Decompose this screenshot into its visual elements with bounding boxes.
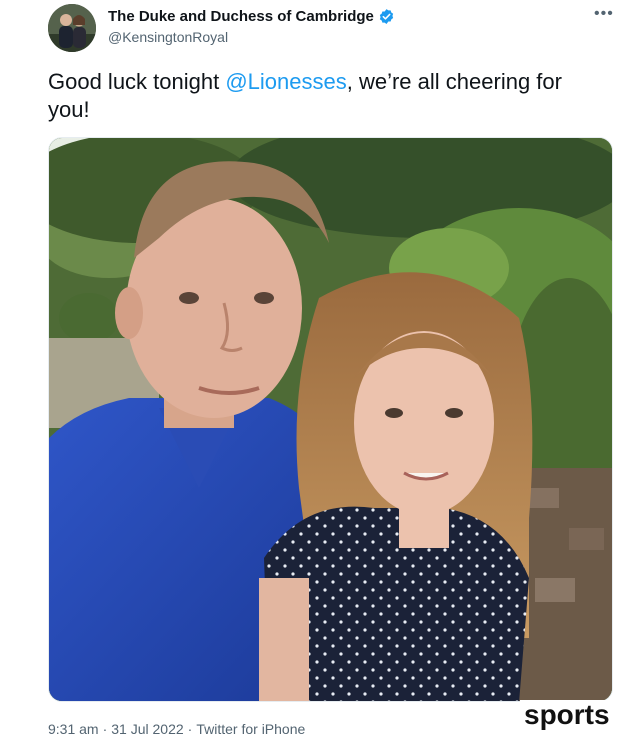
more-options-ellipsis-icon[interactable]: ••• <box>594 6 614 22</box>
tweet-text: Good luck tonight @Lionesses, we’re all … <box>48 68 608 124</box>
verified-badge-icon <box>378 8 395 25</box>
author-name-row: The Duke and Duchess of Cambridge <box>108 8 395 25</box>
tweet-time[interactable]: 9:31 am <box>48 721 99 737</box>
tweet-source[interactable]: Twitter for iPhone <box>196 721 305 737</box>
tweet-meta: 9:31 am · 31 Jul 2022 · Twitter for iPhone <box>48 721 305 737</box>
profile-avatar[interactable] <box>48 4 96 52</box>
tweet-media[interactable] <box>48 137 613 702</box>
author-display-name[interactable]: The Duke and Duchess of Cambridge <box>108 8 374 25</box>
profile-photo-icon <box>48 4 96 52</box>
sports-watermark: sports <box>520 700 614 730</box>
meta-separator: · <box>102 721 108 737</box>
tweet-card: The Duke and Duchess of Cambridge @Kensi… <box>0 0 640 746</box>
meta-separator: · <box>187 721 193 737</box>
photo-icon <box>49 138 612 701</box>
author-handle[interactable]: @KensingtonRoyal <box>108 29 228 45</box>
tweet-text-start: Good luck tonight <box>48 69 226 94</box>
tweet-date[interactable]: 31 Jul 2022 <box>111 721 183 737</box>
mention-link[interactable]: @Lionesses <box>225 69 346 94</box>
